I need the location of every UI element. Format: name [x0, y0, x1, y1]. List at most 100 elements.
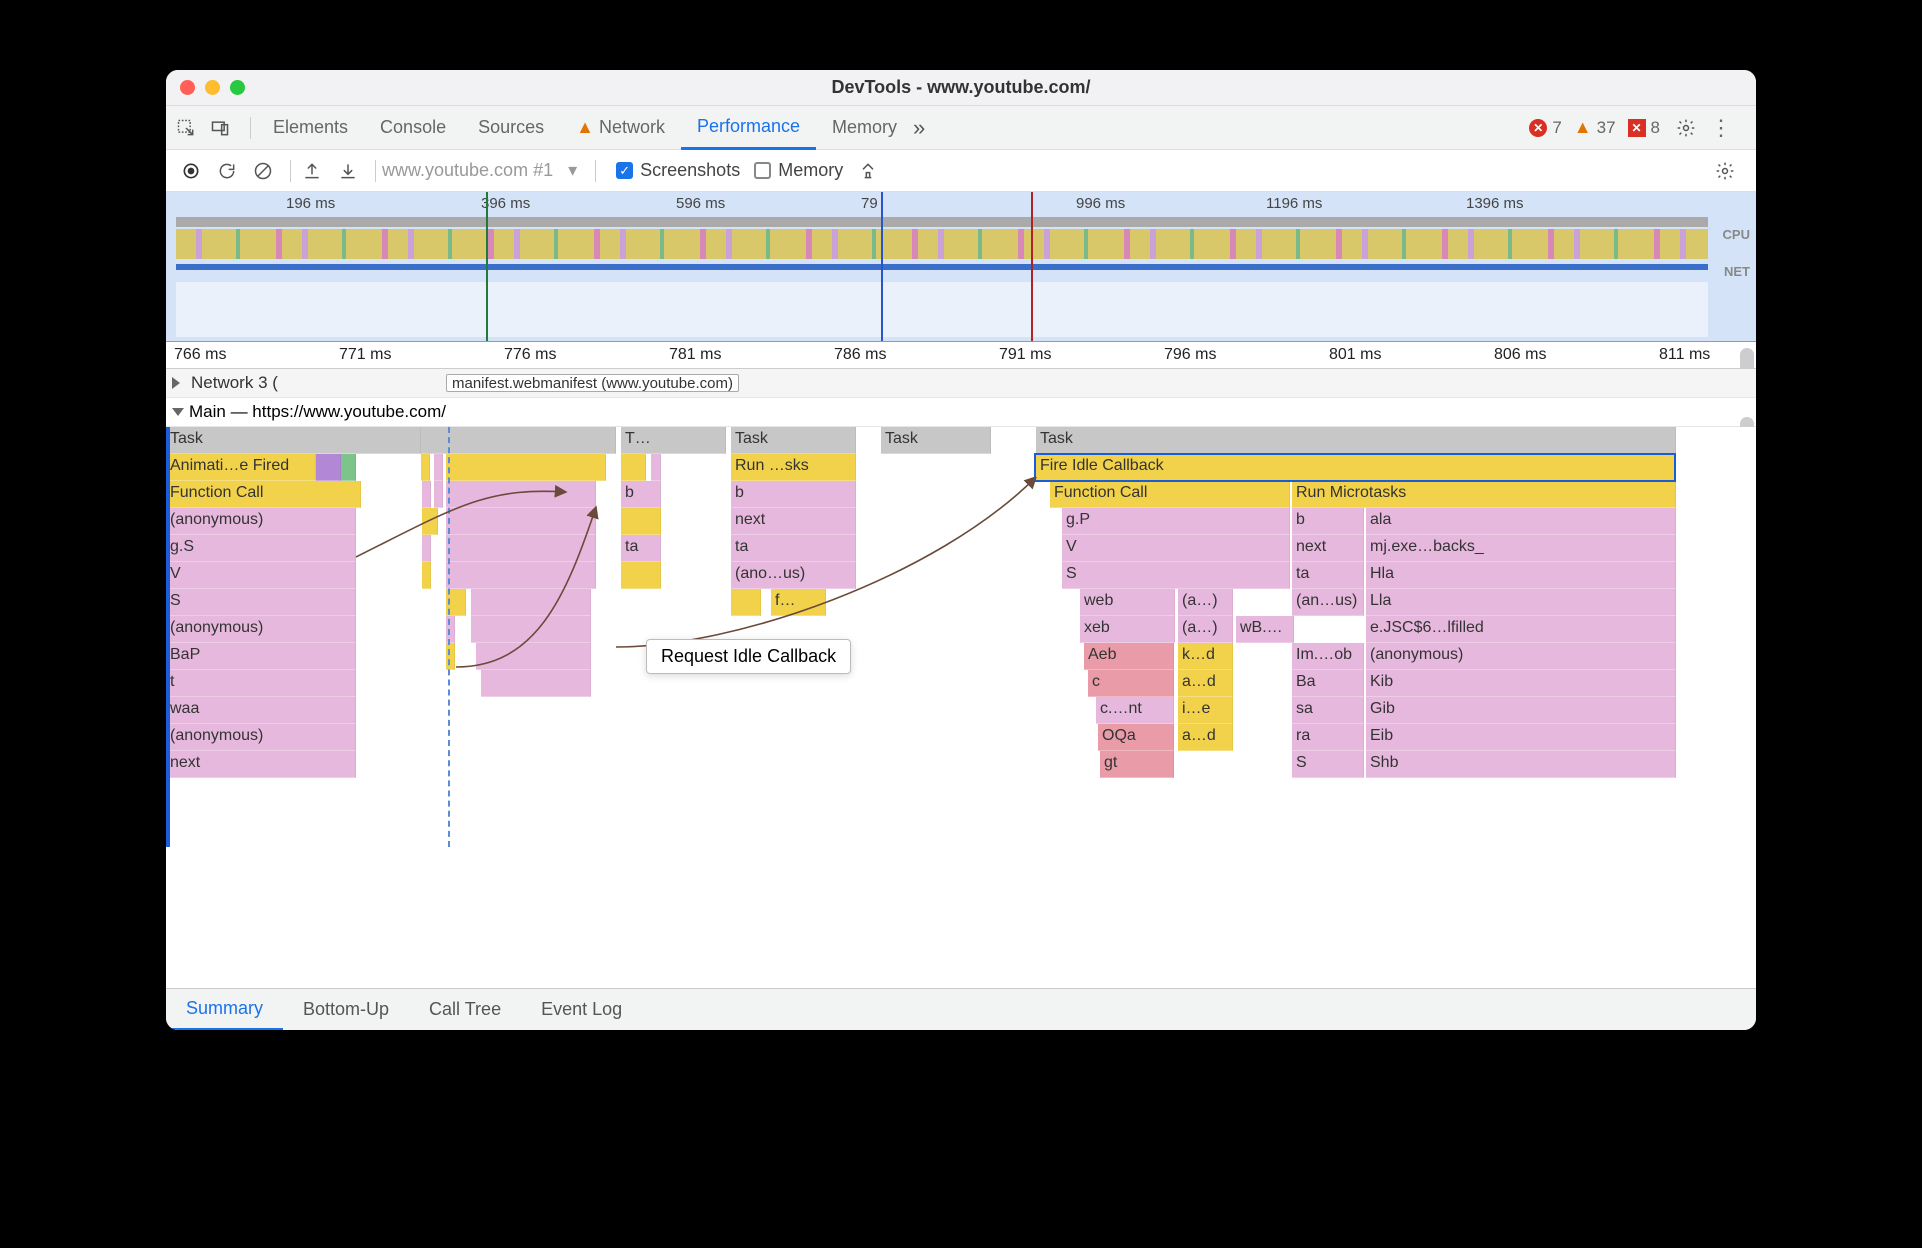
flame-event[interactable]: t: [166, 670, 356, 697]
flame-event[interactable]: Task: [166, 427, 421, 454]
expand-icon[interactable]: [172, 377, 186, 389]
flame-event[interactable]: [621, 508, 661, 535]
flame-event[interactable]: waa: [166, 697, 356, 724]
flame-event[interactable]: xeb: [1080, 616, 1175, 643]
flame-event[interactable]: Fire Idle Callback: [1036, 454, 1676, 481]
network-row[interactable]: Network 3 ( manifest.webmanifest (www.yo…: [166, 369, 1756, 398]
flame-event[interactable]: Function Call: [166, 481, 361, 508]
flame-event[interactable]: ra: [1292, 724, 1364, 751]
tab-summary[interactable]: Summary: [166, 989, 283, 1031]
inspect-icon[interactable]: [176, 118, 196, 138]
flame-event[interactable]: [434, 454, 443, 481]
flame-event[interactable]: Im.…ob: [1292, 643, 1364, 670]
flame-event[interactable]: ta: [621, 535, 661, 562]
flame-event[interactable]: [446, 454, 606, 481]
main-thread-header[interactable]: Main — https://www.youtube.com/: [166, 398, 1756, 427]
record-button[interactable]: [176, 156, 206, 186]
screenshots-checkbox[interactable]: ✓: [616, 162, 633, 179]
flame-event[interactable]: ta: [1292, 562, 1364, 589]
time-ruler[interactable]: 766 ms771 ms776 ms781 ms786 ms791 ms796 …: [166, 342, 1756, 369]
flame-event[interactable]: OQa: [1098, 724, 1174, 751]
gc-icon[interactable]: [853, 156, 883, 186]
flame-event[interactable]: Kib: [1366, 670, 1676, 697]
tab-sources[interactable]: Sources: [462, 106, 560, 150]
download-icon[interactable]: [333, 156, 363, 186]
device-icon[interactable]: [210, 118, 230, 138]
flame-event[interactable]: V: [166, 562, 356, 589]
flame-event[interactable]: [434, 481, 443, 508]
flame-event[interactable]: V: [1062, 535, 1290, 562]
flame-event[interactable]: [731, 589, 761, 616]
flame-event[interactable]: Lla: [1366, 589, 1676, 616]
tab-performance[interactable]: Performance: [681, 106, 816, 150]
network-item[interactable]: manifest.webmanifest (www.youtube.com): [446, 374, 739, 392]
flame-event[interactable]: g.S: [166, 535, 356, 562]
flame-event[interactable]: [476, 643, 591, 670]
issues-badge[interactable]: ✕8: [1628, 118, 1660, 138]
flame-event[interactable]: Hla: [1366, 562, 1676, 589]
flame-event[interactable]: wB.…ob: [1236, 616, 1294, 643]
tab-calltree[interactable]: Call Tree: [409, 989, 521, 1031]
flame-event[interactable]: next: [731, 508, 856, 535]
clear-button[interactable]: [248, 156, 278, 186]
flame-event[interactable]: [446, 535, 596, 562]
flame-event[interactable]: (anonymous): [166, 508, 356, 535]
flame-event[interactable]: ta: [731, 535, 856, 562]
flame-event[interactable]: (ano…us): [731, 562, 856, 589]
collapse-icon[interactable]: [172, 408, 184, 416]
flame-event[interactable]: [422, 481, 431, 508]
flame-event[interactable]: b: [621, 481, 661, 508]
flame-event[interactable]: [422, 508, 438, 535]
flame-event[interactable]: [651, 454, 661, 481]
flame-event[interactable]: Function Call: [1050, 481, 1290, 508]
flame-event[interactable]: a…d: [1178, 724, 1233, 751]
flame-event[interactable]: [421, 427, 616, 454]
flame-event[interactable]: Gib: [1366, 697, 1676, 724]
flame-event[interactable]: S: [1292, 751, 1364, 778]
settings-icon[interactable]: [1676, 118, 1696, 138]
flame-event[interactable]: e.JSC$6…lfilled: [1366, 616, 1676, 643]
capture-settings-icon[interactable]: [1710, 156, 1740, 186]
flame-event[interactable]: (anonymous): [166, 616, 356, 643]
flame-event[interactable]: (anonymous): [1366, 643, 1676, 670]
flame-event[interactable]: Animati…e Fired: [166, 454, 316, 481]
flame-event[interactable]: T…: [621, 427, 726, 454]
flame-event[interactable]: S: [1062, 562, 1290, 589]
flame-event[interactable]: g.P: [1062, 508, 1290, 535]
flame-event[interactable]: mj.exe…backs_: [1366, 535, 1676, 562]
flame-event[interactable]: [446, 562, 596, 589]
flame-event[interactable]: [422, 535, 431, 562]
flame-event[interactable]: (a…): [1178, 616, 1233, 643]
flame-event[interactable]: Shb: [1366, 751, 1676, 778]
flame-event[interactable]: next: [166, 751, 356, 778]
errors-badge[interactable]: ✕7: [1529, 118, 1561, 138]
flame-event[interactable]: sa: [1292, 697, 1364, 724]
flame-event[interactable]: Aeb: [1084, 643, 1174, 670]
upload-icon[interactable]: [297, 156, 327, 186]
flame-event[interactable]: Task: [731, 427, 856, 454]
flame-event[interactable]: [621, 454, 646, 481]
flame-event[interactable]: Task: [1036, 427, 1676, 454]
reload-button[interactable]: [212, 156, 242, 186]
flame-event[interactable]: [422, 562, 431, 589]
flame-event[interactable]: k…d: [1178, 643, 1233, 670]
recording-dropdown[interactable]: www.youtube.com #1 ▾: [382, 160, 577, 181]
flame-event[interactable]: [481, 670, 591, 697]
flame-event[interactable]: Run Microtasks: [1292, 481, 1676, 508]
flame-event[interactable]: a…d: [1178, 670, 1233, 697]
flame-event[interactable]: Eib: [1366, 724, 1676, 751]
flame-event[interactable]: [471, 616, 591, 643]
flame-event[interactable]: S: [166, 589, 356, 616]
flame-event[interactable]: [621, 562, 661, 589]
tab-console[interactable]: Console: [364, 106, 462, 150]
tab-bottomup[interactable]: Bottom-Up: [283, 989, 409, 1031]
flame-event[interactable]: [316, 454, 341, 481]
flame-event[interactable]: [446, 508, 596, 535]
flame-event[interactable]: i…e: [1178, 697, 1233, 724]
tab-network[interactable]: ▲Network: [560, 106, 681, 150]
flame-event[interactable]: b: [1292, 508, 1364, 535]
warnings-badge[interactable]: ▲37: [1574, 117, 1616, 138]
flame-event[interactable]: b: [731, 481, 856, 508]
flame-event[interactable]: BaP: [166, 643, 356, 670]
overview[interactable]: 196 ms396 ms596 ms79996 ms1196 ms1396 ms…: [166, 192, 1756, 342]
